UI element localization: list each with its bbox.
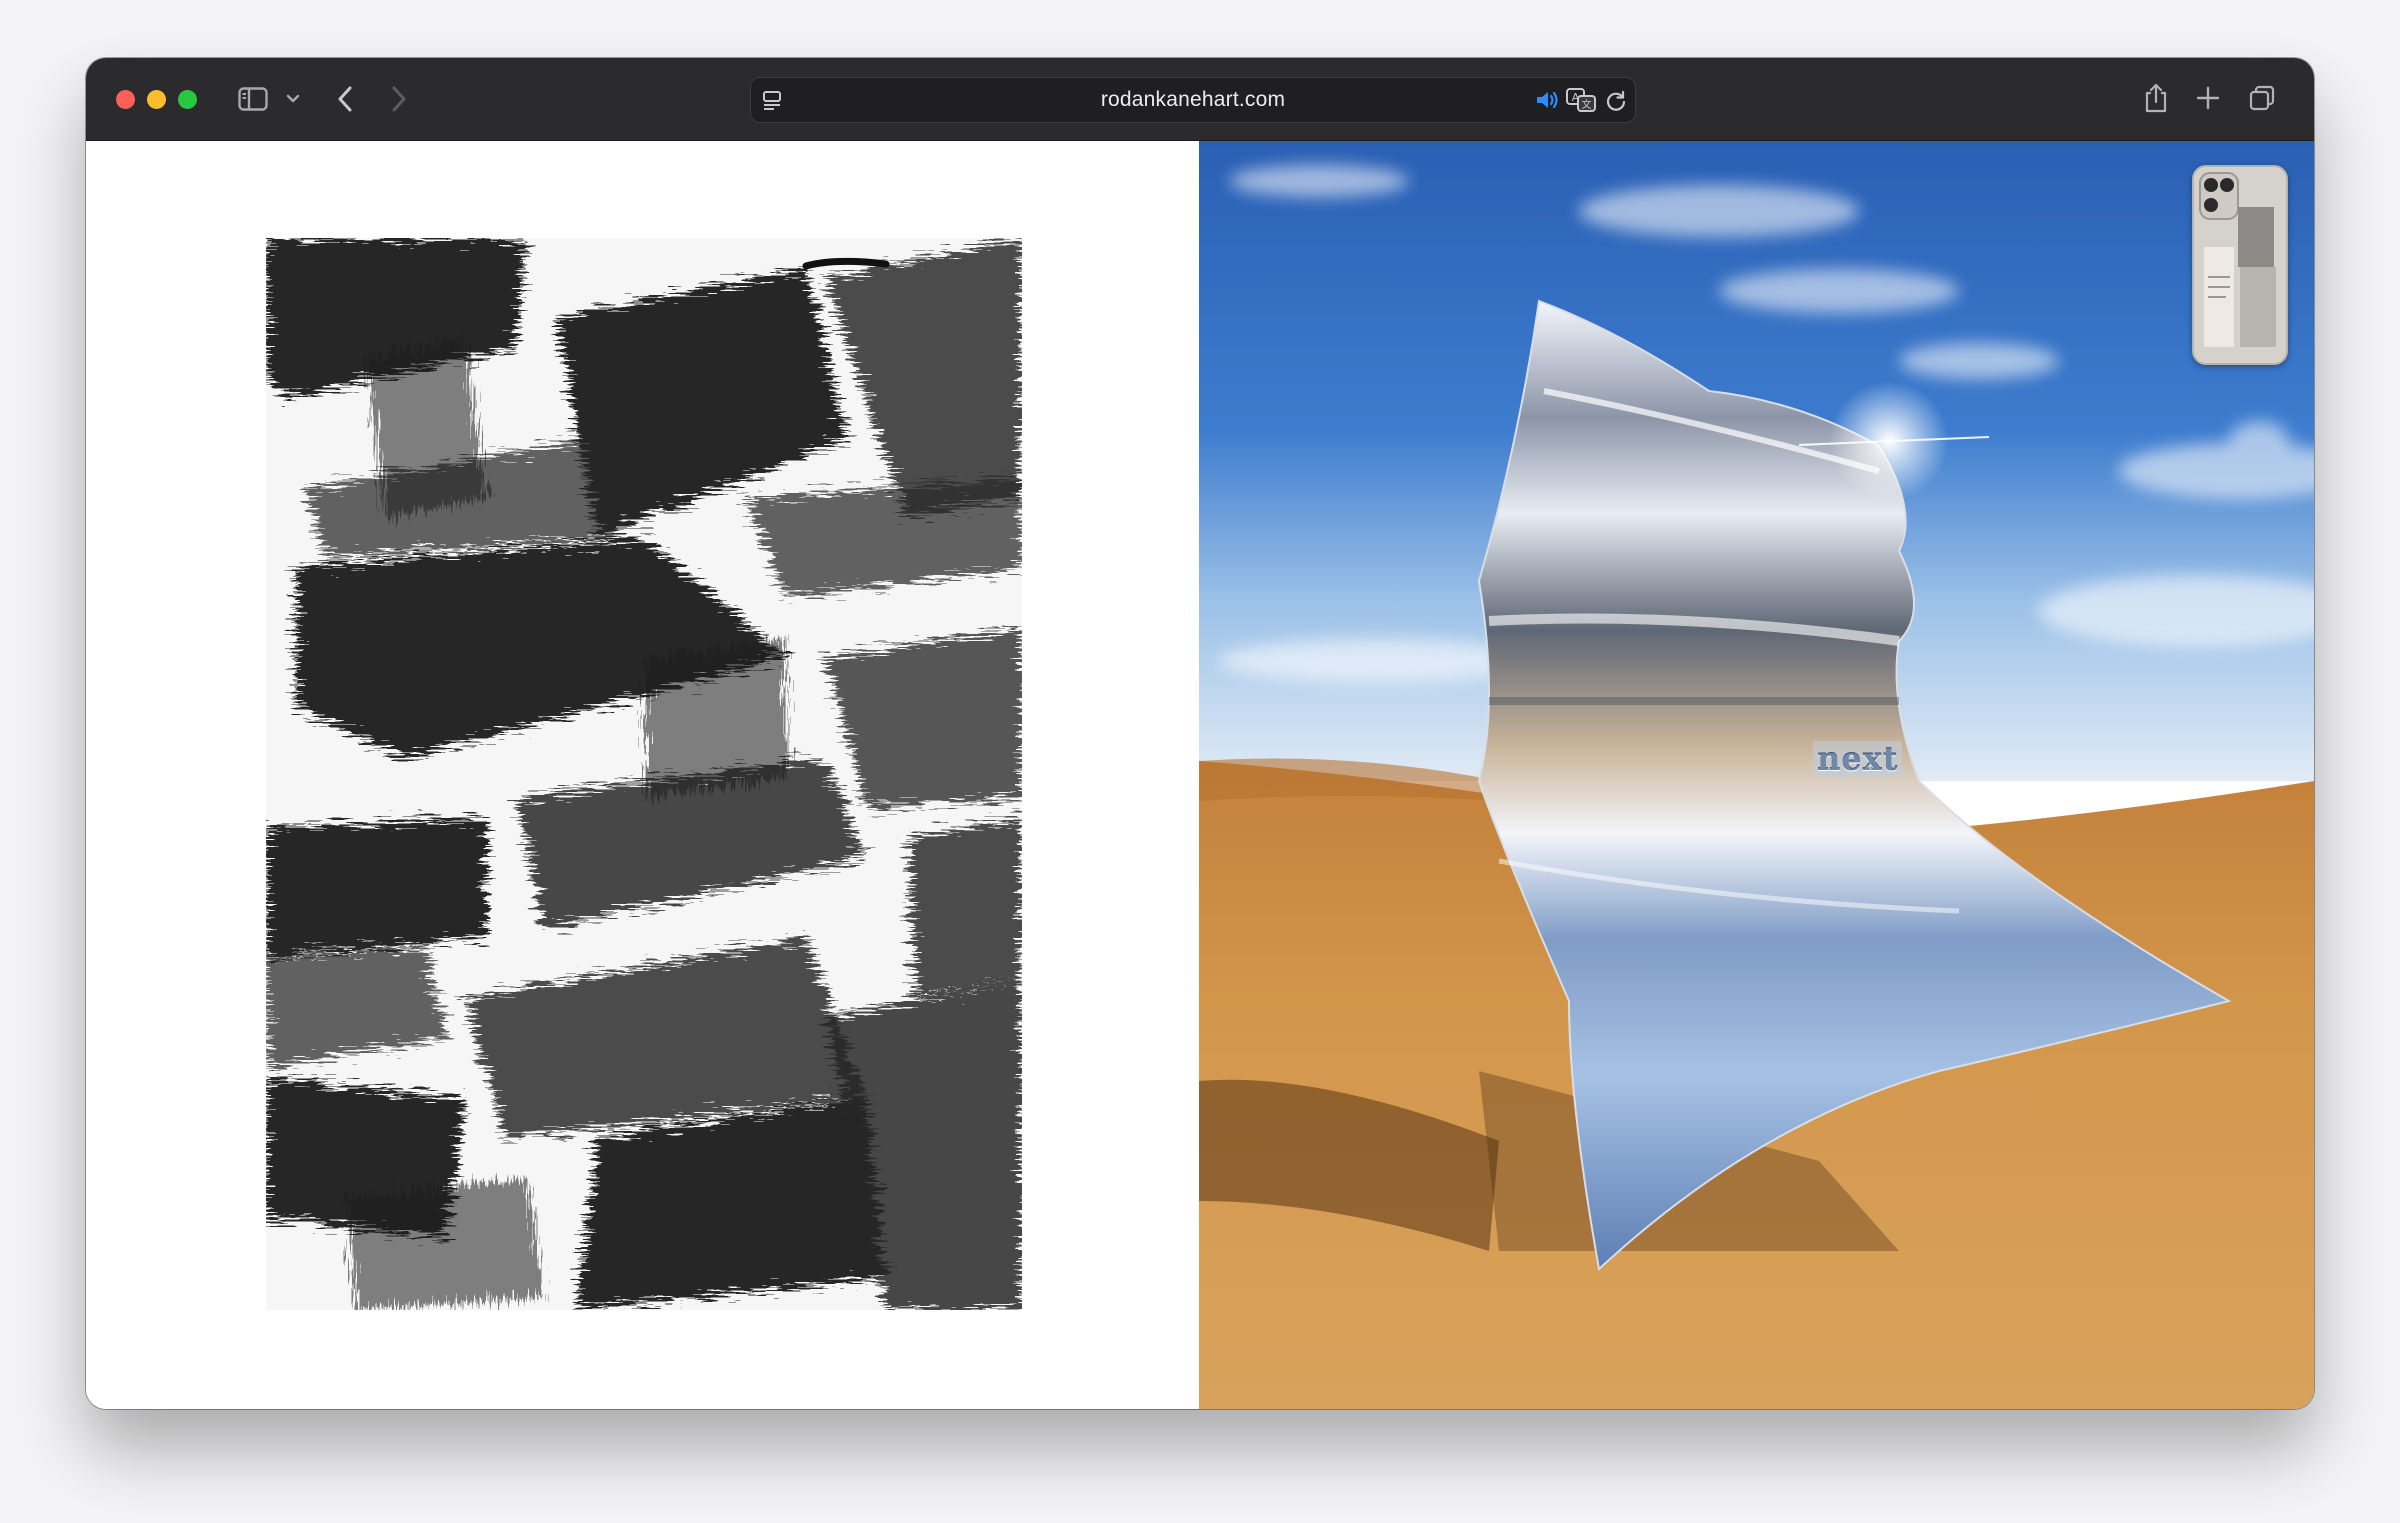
reload-icon[interactable] (1603, 88, 1629, 114)
browser-toolbar: rodankanehart.com A文 (86, 58, 2314, 141)
close-window-button[interactable] (116, 90, 135, 109)
address-bar[interactable]: rodankanehart.com A文 (750, 77, 1636, 123)
chevron-down-icon[interactable] (284, 90, 302, 108)
brushstroke-artwork-image (266, 238, 1022, 1310)
tab-overview-icon[interactable] (2246, 82, 2278, 114)
svg-text:文: 文 (1582, 98, 1592, 111)
share-icon[interactable] (2140, 80, 2172, 116)
forward-arrow-icon[interactable] (386, 82, 412, 116)
brushstroke-artwork[interactable] (266, 238, 1022, 1310)
url-text[interactable]: rodankanehart.com (751, 78, 1635, 122)
next-link[interactable]: next (1813, 741, 1903, 777)
page-content: next (86, 141, 2314, 1409)
phone-thumbnail-image (2194, 167, 2286, 363)
plus-icon[interactable] (2194, 84, 2222, 112)
desert-sculpture-photo (1199, 141, 2314, 1409)
phone-thumbnail[interactable] (2192, 165, 2288, 365)
right-pane: next (1199, 141, 2314, 1409)
maximize-window-button[interactable] (178, 90, 197, 109)
browser-window: rodankanehart.com A文 next (86, 58, 2314, 1409)
back-arrow-icon[interactable] (332, 82, 358, 116)
speaker-icon[interactable] (1533, 88, 1561, 112)
left-pane (86, 141, 1199, 1409)
translate-icon[interactable]: A文 (1565, 86, 1597, 114)
sidebar-toggle-icon[interactable] (236, 84, 270, 114)
minimize-window-button[interactable] (147, 90, 166, 109)
